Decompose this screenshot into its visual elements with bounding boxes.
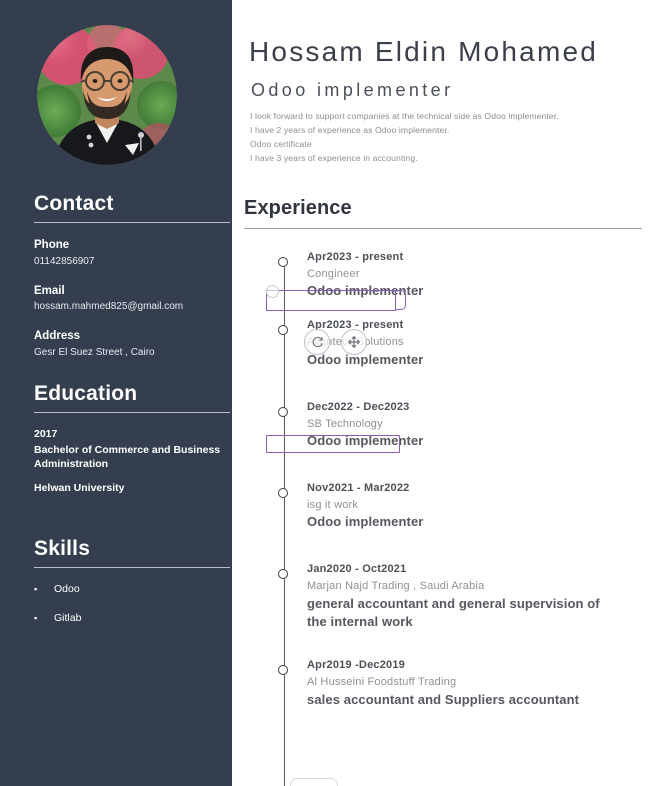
list-item: ▪ Odoo: [34, 582, 230, 598]
contact-field-phone: Phone 01142856907: [34, 237, 230, 269]
contact-heading: Contact: [34, 192, 114, 215]
timeline-dot-icon: [278, 257, 288, 267]
skills-divider: [34, 567, 230, 569]
education-section: Education 2017 Bachelor of Commerce and …: [34, 382, 230, 497]
education-year: 2017: [34, 428, 58, 441]
timeline-dot-icon: [278, 325, 288, 336]
contact-field-address: Address Gesr El Suez Street , Cairo: [34, 328, 230, 360]
experience-role: general accountant and general supervisi…: [307, 595, 600, 630]
skills-list: ▪ Odoo ▪ Gitlab: [34, 582, 230, 627]
experience-date: Nov2021 - Mar2022: [307, 481, 410, 494]
selection-handle-right[interactable]: [395, 290, 406, 310]
experience-company: Marjan Najd Trading , Saudi Arabia: [307, 580, 485, 593]
move-handle[interactable]: [341, 329, 367, 355]
experience-date: Jan2020 - Oct2021: [307, 563, 407, 576]
page-title: Hossam Eldin Mohamed: [249, 36, 599, 67]
skill-label: Odoo: [54, 583, 80, 596]
experience-entry[interactable]: Nov2021 - Mar2022 isg it work Odoo imple…: [244, 481, 654, 532]
avatar: [37, 25, 177, 165]
experience-role: Odoo implementer: [307, 433, 424, 448]
timeline-dot-icon: [278, 569, 288, 580]
experience-entry[interactable]: Apr2019 -Dec2019 Al Husseini Foodstuff T…: [244, 658, 654, 709]
timeline-dot-icon: [278, 406, 288, 417]
avatar-photo: [37, 25, 177, 165]
experience-date: Dec2022 - Dec2023: [307, 400, 410, 413]
summary-line: I have 3 years of experience in accounti…: [250, 152, 418, 163]
list-item: ▪ Gitlab: [34, 611, 230, 627]
ghost-dot-icon: [266, 285, 279, 298]
phone-label: Phone: [34, 239, 70, 252]
experience-entry[interactable]: Jan2020 - Oct2021 Marjan Najd Trading , …: [244, 562, 654, 632]
summary-line: Odoo certificate: [250, 138, 312, 149]
experience-company: SB Technology: [307, 417, 383, 430]
experience-company: Al Husseini Foodstuff Trading: [307, 676, 457, 689]
summary-line: I look forward to support companies at t…: [250, 111, 559, 121]
phone-value[interactable]: 01142856907: [34, 254, 230, 269]
bullet-icon: ▪: [34, 584, 38, 595]
skills-section: Skills ▪ Odoo ▪ Gitlab: [34, 537, 230, 627]
experience-entry[interactable]: Apr2023 - present Congineer Odoo impleme…: [244, 250, 654, 301]
summary-block: I look forward to support companies at t…: [250, 110, 640, 166]
experience-company: Congineer: [307, 267, 360, 280]
education-entry: 2017 Bachelor of Commerce and Business A…: [34, 427, 230, 497]
contact-section: Contact Phone 01142856907 Email hossam.m…: [34, 192, 230, 360]
resume-page: Contact Phone 01142856907 Email hossam.m…: [0, 0, 658, 786]
bottom-ghost-handle[interactable]: [290, 778, 338, 786]
contact-divider: [34, 222, 230, 224]
experience-divider: [244, 228, 642, 229]
email-label: Email: [34, 284, 65, 297]
experience-timeline: Apr2023 - present Congineer Odoo impleme…: [244, 250, 654, 786]
sidebar: Contact Phone 01142856907 Email hossam.m…: [0, 0, 232, 786]
bullet-icon: ▪: [34, 612, 38, 623]
education-school: Helwan University: [34, 482, 125, 495]
skills-heading: Skills: [34, 537, 91, 561]
education-heading: Education: [34, 382, 138, 406]
education-divider: [34, 412, 230, 414]
experience-role: Odoo implementer: [307, 514, 424, 530]
contact-field-email: Email hossam.mahmed825@gmail.com: [34, 283, 230, 315]
experience-role: Odoo implementer: [307, 283, 424, 299]
main-content: Hossam Eldin Mohamed Odoo implementer I …: [232, 0, 658, 786]
experience-company: isg it work: [307, 498, 359, 511]
education-degree: Bachelor of Commerce and Business Admini…: [34, 443, 221, 471]
address-label: Address: [34, 330, 81, 343]
timeline-dot-icon: [278, 665, 288, 676]
job-title: Odoo implementer: [251, 80, 454, 100]
rotate-handle[interactable]: [304, 329, 330, 355]
experience-date: Apr2023 - present: [307, 251, 404, 263]
sidebar-content: Contact Phone 01142856907 Email hossam.m…: [34, 192, 230, 640]
experience-heading: Experience: [244, 197, 352, 219]
experience-entry[interactable]: Dec2022 - Dec2023 SB Technology Odoo imp…: [244, 400, 654, 451]
email-value[interactable]: hossam.mahmed825@gmail.com: [34, 299, 230, 314]
experience-role: sales accountant and Suppliers accountan…: [307, 691, 580, 707]
move-icon: [348, 336, 360, 348]
skill-label: Gitlab: [54, 611, 82, 624]
address-value[interactable]: Gesr El Suez Street , Cairo: [34, 345, 230, 360]
rotate-icon: [312, 336, 323, 347]
summary-line: I have 2 years of experience as Odoo imp…: [250, 124, 450, 135]
experience-date: Apr2019 -Dec2019: [307, 659, 405, 672]
timeline-dot-icon: [278, 487, 288, 498]
